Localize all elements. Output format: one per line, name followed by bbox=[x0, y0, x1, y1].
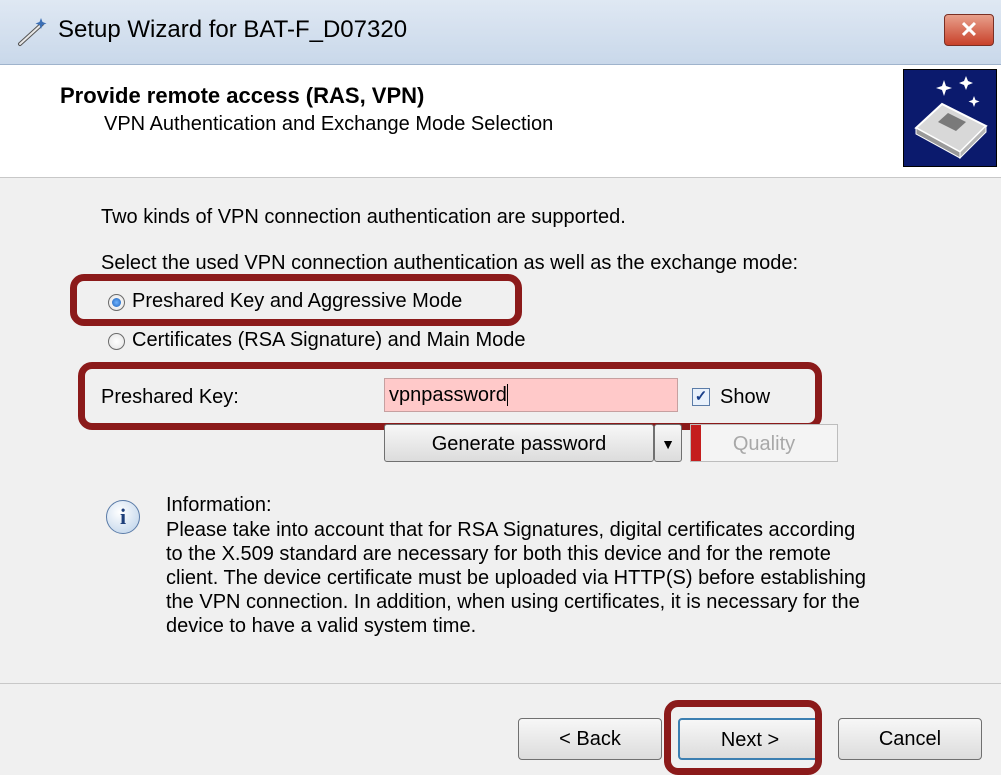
info-message: Please take into account that for RSA Si… bbox=[166, 518, 946, 638]
generate-password-button[interactable]: Generate password bbox=[384, 424, 654, 462]
preshared-key-input[interactable]: vpnpassword bbox=[384, 378, 678, 412]
certificates-radio-label[interactable]: Certificates (RSA Signature) and Main Mo… bbox=[132, 329, 526, 352]
info-line: to the X.509 standard are necessary for … bbox=[166, 543, 831, 565]
info-line: the VPN connection. In addition, when us… bbox=[166, 591, 860, 613]
info-line: device to have a valid system time. bbox=[166, 615, 477, 637]
window-title: Setup Wizard for BAT-F_D07320 bbox=[58, 16, 408, 43]
preshared-key-label: Preshared Key: bbox=[101, 386, 239, 408]
info-line: Please take into account that for RSA Si… bbox=[166, 519, 856, 541]
title-bar: Setup Wizard for BAT-F_D07320 ✕ bbox=[0, 0, 1001, 65]
preshared-radio[interactable] bbox=[108, 294, 125, 311]
footer-divider bbox=[0, 683, 1001, 684]
wizard-wand-icon bbox=[18, 18, 47, 46]
show-checkbox[interactable]: ✓ bbox=[692, 388, 710, 406]
quality-level-bar bbox=[691, 425, 701, 461]
password-quality-meter: Quality bbox=[690, 424, 838, 462]
quality-label: Quality bbox=[732, 433, 796, 455]
next-button[interactable]: Next > bbox=[678, 718, 822, 760]
close-button[interactable]: ✕ bbox=[944, 14, 994, 46]
certificates-radio[interactable] bbox=[108, 333, 125, 350]
back-button[interactable]: < Back bbox=[518, 718, 662, 760]
close-icon: ✕ bbox=[959, 17, 979, 42]
setup-wizard-window: Setup Wizard for BAT-F_D07320 ✕ Provide … bbox=[0, 0, 1001, 775]
wizard-device-icon bbox=[903, 69, 997, 167]
info-icon: i bbox=[106, 500, 140, 534]
info-line: client. The device certificate must be u… bbox=[166, 567, 866, 589]
show-checkbox-label[interactable]: Show bbox=[720, 386, 770, 409]
info-title: Information: bbox=[166, 494, 272, 516]
preshared-radio-label[interactable]: Preshared Key and Aggressive Mode bbox=[132, 290, 462, 313]
intro-text: Two kinds of VPN connection authenticati… bbox=[101, 206, 626, 228]
cancel-button[interactable]: Cancel bbox=[838, 718, 982, 760]
chevron-down-icon: ▼ bbox=[661, 436, 675, 452]
generate-options-dropdown[interactable]: ▼ bbox=[654, 424, 682, 462]
preshared-key-value: vpnpassword bbox=[389, 384, 507, 406]
page-title: Provide remote access (RAS, VPN) bbox=[60, 83, 425, 108]
select-prompt-text: Select the used VPN connection authentic… bbox=[101, 252, 799, 274]
page-subtitle: VPN Authentication and Exchange Mode Sel… bbox=[104, 113, 554, 135]
wizard-header: Provide remote access (RAS, VPN) VPN Aut… bbox=[0, 65, 1001, 178]
